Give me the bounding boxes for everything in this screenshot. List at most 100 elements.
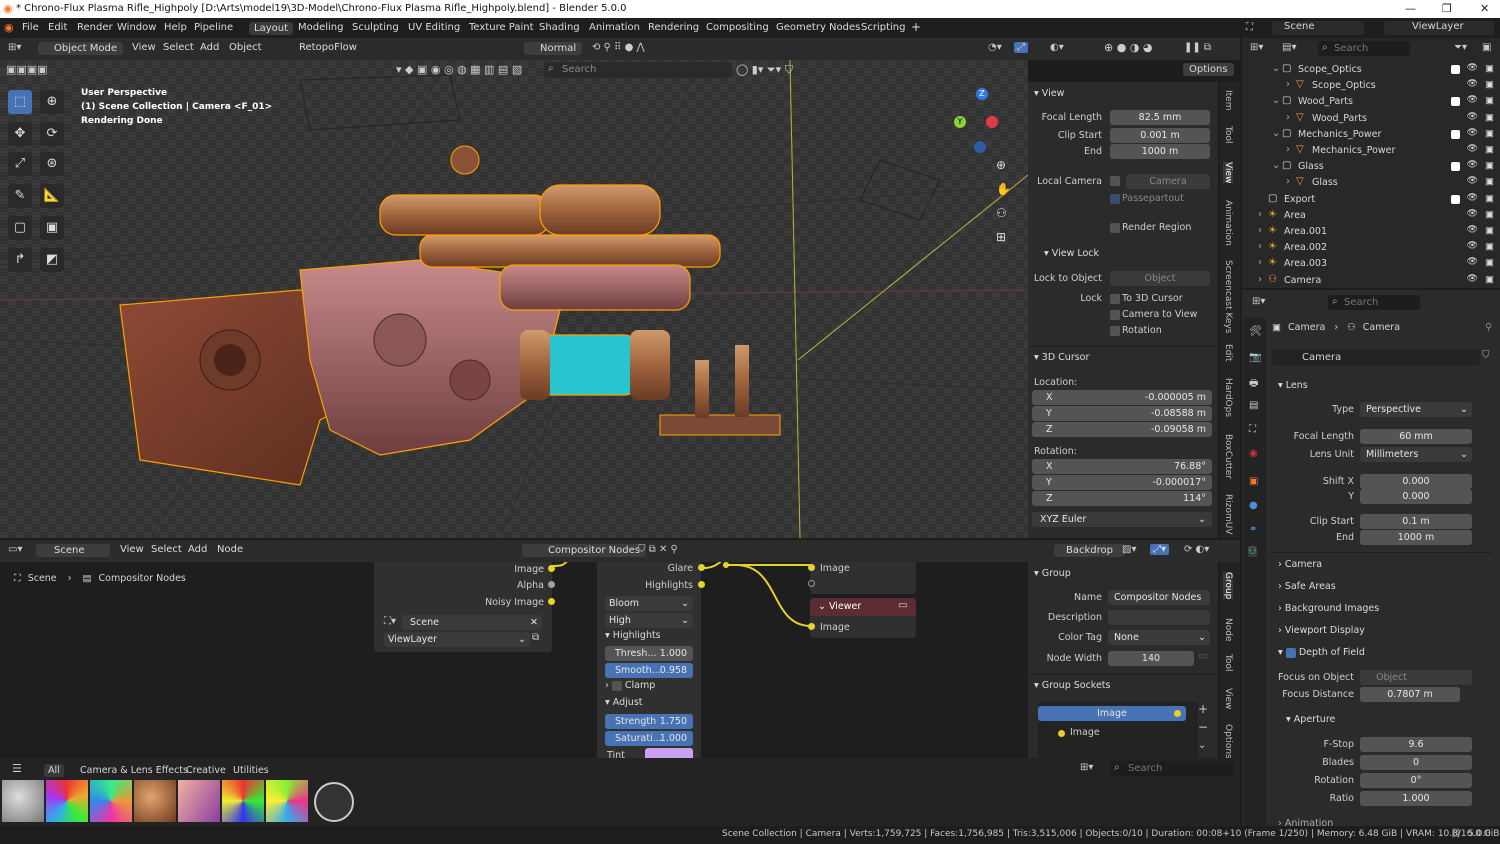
- breadcrumb-camera-data[interactable]: Camera: [1363, 322, 1400, 333]
- cursor-rotation-y[interactable]: Y -0.000017°: [1032, 475, 1212, 490]
- tab-node-view[interactable]: View: [1223, 688, 1233, 709]
- expand-chevron-icon[interactable]: ⌄: [1272, 128, 1280, 139]
- mode-select[interactable]: Object Mode: [38, 42, 123, 55]
- glare-type-select[interactable]: Bloom ⌄: [605, 596, 693, 611]
- outliner-row[interactable]: › ☀ Area.002 👁 ▣: [1242, 240, 1500, 256]
- overlay-filter-icons[interactable]: ▾ ◆ ▣ ◉ ◎ ◍ ▦ ▥ ▤ ▧: [396, 63, 522, 76]
- add-cube-tool-icon[interactable]: ▢: [8, 216, 32, 240]
- safe-areas-panel-header[interactable]: › Safe Areas: [1278, 581, 1336, 592]
- menu-pipeline[interactable]: Pipeline: [194, 22, 233, 33]
- display-size-icon[interactable]: ⊞▾: [1080, 762, 1093, 773]
- render-camera-icon[interactable]: ▣: [1485, 176, 1494, 187]
- asset-thumb-5[interactable]: [178, 780, 220, 822]
- expand-chevron-icon[interactable]: ›: [1258, 274, 1262, 285]
- viewport-menu-select[interactable]: Select: [163, 42, 194, 53]
- menu-edit[interactable]: Edit: [48, 22, 67, 33]
- menu-render[interactable]: Render: [77, 22, 113, 33]
- minimize-button[interactable]: —: [1405, 2, 1416, 15]
- add-workspace-button[interactable]: +: [911, 20, 921, 34]
- viewport-menu-object[interactable]: Object: [229, 42, 262, 53]
- render-camera-icon[interactable]: ▣: [1485, 257, 1494, 268]
- tab-modeling[interactable]: Modeling: [298, 22, 344, 33]
- tab-rizomuv[interactable]: RizomUV: [1223, 494, 1233, 535]
- render-region-checkbox[interactable]: [1110, 223, 1120, 233]
- reroute-node[interactable]: [723, 562, 729, 568]
- gizmo-z-axis[interactable]: Z: [976, 88, 988, 100]
- adjust-section-header[interactable]: ▾ Adjust: [605, 697, 643, 708]
- exclude-checkbox[interactable]: [1451, 162, 1460, 172]
- gizmo-toggle-icon[interactable]: ⤢: [1014, 42, 1028, 53]
- menu-file[interactable]: File: [22, 22, 39, 33]
- expand-chevron-icon[interactable]: ⌄: [1272, 160, 1280, 171]
- group-name-input[interactable]: Compositor Nodes: [1108, 590, 1210, 605]
- camera-data-tab-icon[interactable]: ⚇: [1248, 546, 1257, 557]
- filter-funnel-icons[interactable]: ◯ ▮▾ ⏷▾ ⛉: [736, 63, 793, 77]
- description-input[interactable]: [1108, 610, 1210, 625]
- filter-icon[interactable]: ⏷▾: [1454, 42, 1467, 53]
- options-dropdown[interactable]: Options: [1183, 63, 1234, 76]
- render-camera-icon[interactable]: ▣: [1485, 274, 1494, 285]
- breadcrumb-object[interactable]: Camera: [1288, 322, 1325, 333]
- transform-orientation-select[interactable]: Normal: [524, 42, 583, 55]
- outliner-row[interactable]: ⌄ ▢ Scope_Optics 👁 ▣: [1242, 62, 1500, 78]
- clip-start-field[interactable]: 0.1 m: [1360, 514, 1472, 529]
- lock-to-3d-cursor-checkbox[interactable]: [1110, 294, 1120, 304]
- group-panel-header[interactable]: ▾ Group: [1034, 568, 1071, 579]
- rl-alpha-socket[interactable]: [548, 581, 555, 588]
- tint-color-swatch[interactable]: [645, 748, 693, 758]
- expand-chevron-icon[interactable]: ⌄: [1272, 63, 1280, 74]
- tab-view[interactable]: View: [1223, 162, 1233, 184]
- world-tab-icon[interactable]: ◉: [1249, 448, 1258, 459]
- view-panel-header[interactable]: ▾ View: [1034, 88, 1064, 99]
- gizmo-y-axis[interactable]: Y: [954, 116, 966, 128]
- dof-checkbox[interactable]: [1285, 647, 1296, 658]
- outliner-search-input[interactable]: ⌕ Search: [1318, 41, 1410, 56]
- physics-tab-icon[interactable]: ●: [1249, 500, 1258, 511]
- props-search-input[interactable]: ⌕ Search: [1328, 295, 1420, 310]
- view-lock-header[interactable]: ▾ View Lock: [1044, 248, 1099, 259]
- move-tool-icon[interactable]: ✥: [8, 122, 32, 146]
- exclude-checkbox[interactable]: [1451, 194, 1460, 204]
- expand-chevron-icon[interactable]: ›: [1286, 144, 1290, 155]
- group-sockets-header[interactable]: ▾ Group Sockets: [1034, 680, 1111, 691]
- camera-datablock-field[interactable]: Camera: [1272, 350, 1480, 365]
- render-camera-icon[interactable]: ▣: [1485, 128, 1494, 139]
- node-editor-type-icon[interactable]: ▭▾: [8, 544, 22, 555]
- output-tab-icon[interactable]: 🖶: [1249, 376, 1258, 393]
- cursor-tool-icon[interactable]: ⊕: [40, 90, 64, 114]
- exclude-checkbox[interactable]: [1451, 97, 1460, 107]
- display-mode-icon[interactable]: ▤▾: [1282, 42, 1296, 53]
- blades-field[interactable]: 0: [1360, 755, 1472, 770]
- visibility-eye-icon[interactable]: 👁: [1467, 176, 1478, 186]
- asset-tab-camera-lens[interactable]: Camera & Lens Effects: [80, 765, 188, 776]
- outliner-editor-type-icon[interactable]: ⊞▾: [1250, 42, 1263, 53]
- node-width-field[interactable]: 140: [1108, 651, 1194, 666]
- visibility-eye-icon[interactable]: 👁: [1467, 144, 1478, 154]
- pin-icon[interactable]: ⚲: [1485, 322, 1492, 333]
- node-menu-add[interactable]: Add: [188, 544, 207, 555]
- tab-uv-editing[interactable]: UV Editing: [408, 22, 460, 33]
- visibility-eye-icon[interactable]: 👁: [1467, 63, 1478, 73]
- backdrop-channels-icon[interactable]: ▧▾: [1122, 544, 1136, 555]
- lock-to-object-field[interactable]: Object: [1110, 271, 1210, 286]
- view-layer-tab-icon[interactable]: ▤: [1249, 400, 1258, 411]
- viewport-search-input[interactable]: ⌕ Search: [544, 62, 732, 78]
- focal-length-field[interactable]: 82.5 mm: [1110, 110, 1210, 125]
- expand-chevron-icon[interactable]: ›: [1286, 176, 1290, 187]
- camera-view-icon[interactable]: ⚇: [996, 206, 1007, 220]
- viewport-menu-view[interactable]: View: [132, 42, 156, 53]
- focal-length-field[interactable]: 60 mm: [1360, 429, 1472, 444]
- exclude-checkbox[interactable]: [1451, 129, 1460, 139]
- scene-tab-icon[interactable]: ⛶: [1249, 424, 1256, 435]
- background-images-panel-header[interactable]: › Background Images: [1278, 603, 1379, 614]
- rl-layer-select[interactable]: ViewLayer ⌄: [384, 632, 530, 647]
- passepartout-checkbox[interactable]: [1110, 194, 1120, 204]
- node-tree-actions-icons[interactable]: ⛉ ⧉ ✕ ⚲: [638, 544, 678, 555]
- scale-tool-icon[interactable]: ⤢: [8, 152, 32, 176]
- measure-tool-icon[interactable]: 📐: [40, 184, 64, 208]
- rl-scene-field[interactable]: Scene ✕: [402, 615, 542, 630]
- curve-tool-icon[interactable]: ↱: [8, 248, 32, 272]
- render-camera-icon[interactable]: ▣: [1485, 241, 1494, 252]
- outliner-row[interactable]: › ☀ Area 👁 ▣: [1242, 208, 1500, 224]
- object-tab-icon[interactable]: ▣: [1249, 476, 1258, 487]
